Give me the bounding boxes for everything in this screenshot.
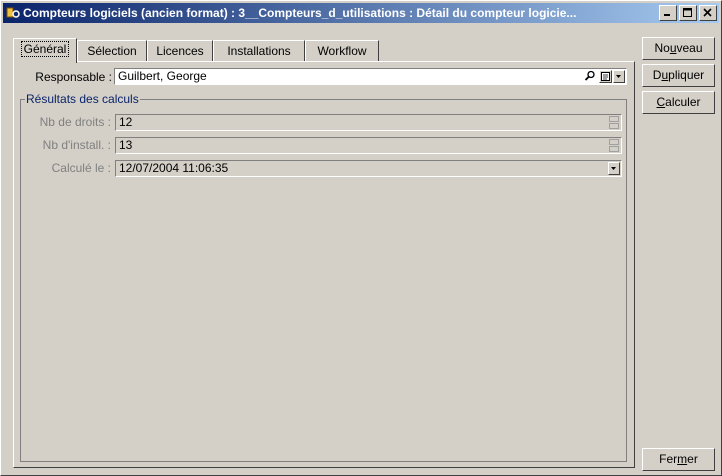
tab-licences[interactable]: Licences: [147, 40, 213, 61]
responsable-field[interactable]: Guilbert, George: [114, 68, 627, 85]
tab-installations-label: Installations: [227, 44, 291, 58]
nb-install-spinner: [609, 139, 619, 152]
close-icon: [703, 8, 712, 17]
calculation-results-group: Résultats des calculs Nb de droits : 12 …: [20, 92, 627, 462]
title-bar[interactable]: Compteurs logiciels (ancien format) : 3_…: [3, 3, 719, 23]
app-icon: [6, 7, 20, 18]
calcule-le-field[interactable]: 12/07/2004 11:06:35: [115, 160, 622, 177]
nb-droits-value: 12: [119, 115, 133, 129]
tab-general[interactable]: Général: [13, 38, 77, 63]
responsable-label: Responsable :: [35, 70, 112, 84]
nb-install-label: Nb d'install. :: [42, 138, 111, 152]
minimize-button[interactable]: [659, 5, 677, 21]
nouveau-label-post: veau: [676, 41, 703, 55]
calculer-label-post: alculer: [665, 95, 701, 109]
tab-workflow-label: Workflow: [317, 44, 367, 58]
responsable-value: Guilbert, George: [118, 69, 207, 83]
zoom-icon: [584, 70, 595, 81]
fermer-label-accel: m: [677, 452, 688, 466]
dupliquer-button[interactable]: Dupliquer: [642, 64, 715, 87]
dropdown-arrow-icon: [611, 167, 616, 170]
minimize-icon: [664, 14, 670, 16]
group-title: Résultats des calculs: [25, 92, 140, 106]
zoom-button[interactable]: [584, 70, 597, 83]
calcule-le-dropdown-button[interactable]: [608, 162, 620, 175]
spin-down-icon: [609, 146, 619, 152]
maximize-button[interactable]: [679, 5, 697, 21]
nb-droits-spinner: [609, 116, 619, 129]
nouveau-button[interactable]: Nouveau: [642, 37, 715, 60]
spin-down-icon: [609, 123, 619, 129]
tab-selection[interactable]: Sélection: [77, 40, 147, 61]
fermer-label-post: er: [687, 452, 698, 466]
window-controls: [657, 5, 717, 21]
nb-droits-label: Nb de droits :: [39, 115, 111, 129]
dropdown-arrow-icon: [616, 75, 621, 78]
calculer-label-accel: C: [656, 95, 666, 109]
fermer-button[interactable]: Fermer: [642, 448, 715, 471]
calcule-le-value: 12/07/2004 11:06:35: [119, 161, 229, 175]
details-icon: [601, 72, 610, 81]
nb-install-value: 13: [119, 138, 133, 152]
spin-up-icon: [609, 116, 619, 122]
fermer-label-pre: Fer: [659, 452, 678, 466]
nb-droits-field: 12: [115, 114, 622, 131]
tab-general-label: Général: [20, 41, 70, 57]
tab-installations[interactable]: Installations: [213, 40, 305, 61]
close-button[interactable]: [699, 5, 717, 21]
responsable-dropdown-button[interactable]: [613, 70, 625, 83]
details-button[interactable]: [599, 70, 612, 83]
tab-panel-general: Responsable : Guilbert, George Résultats…: [13, 61, 635, 468]
tab-workflow[interactable]: Workflow: [305, 40, 379, 61]
main-window: Compteurs logiciels (ancien format) : 3_…: [0, 0, 722, 476]
nb-install-field: 13: [115, 137, 622, 154]
window-title: Compteurs logiciels (ancien format) : 3_…: [23, 6, 577, 20]
tab-licences-label: Licences: [156, 44, 204, 58]
spin-up-icon: [609, 139, 619, 145]
maximize-icon: [683, 8, 692, 17]
nouveau-label-accel: u: [669, 41, 677, 55]
calculer-button[interactable]: Calculer: [642, 91, 715, 114]
tab-selection-label: Sélection: [87, 44, 137, 58]
dupliquer-label-post: pliquer: [668, 68, 705, 82]
calcule-le-label: Calculé le :: [51, 161, 111, 175]
nouveau-label-pre: No: [654, 41, 670, 55]
